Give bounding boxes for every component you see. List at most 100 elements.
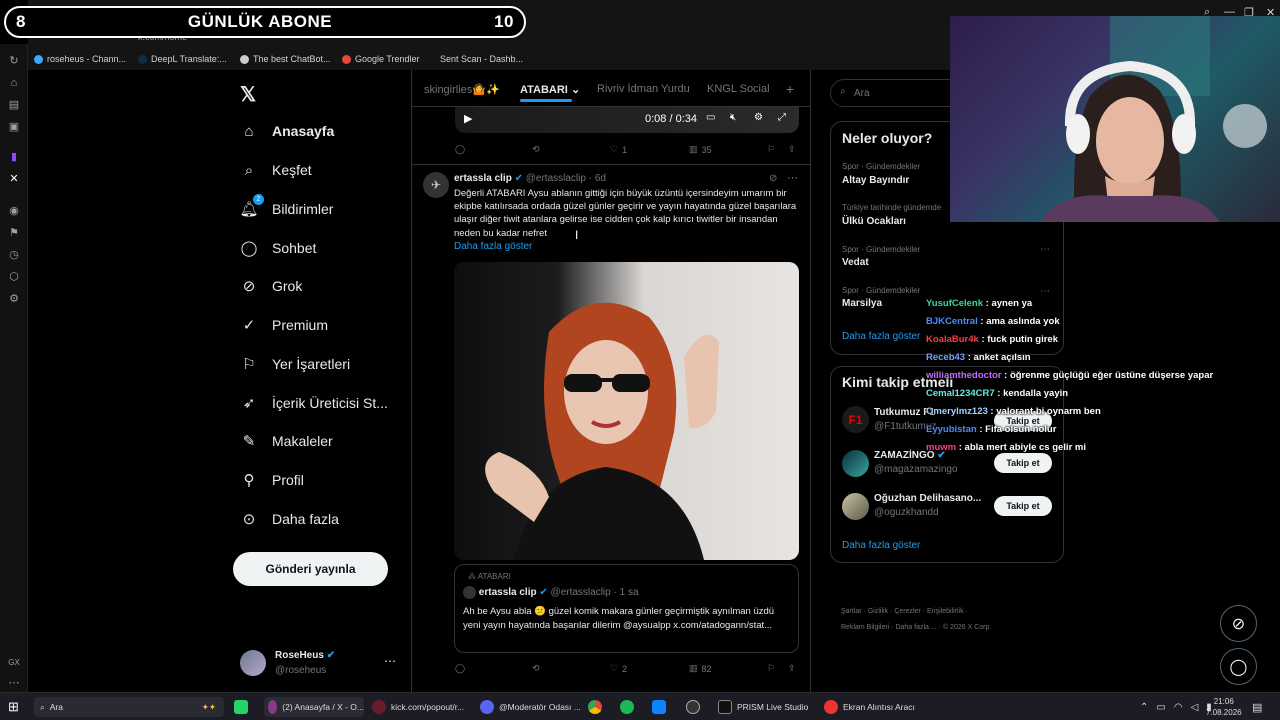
- bookmark-icon[interactable]: ⚐: [767, 144, 775, 155]
- grok-fab[interactable]: ⊘: [1220, 605, 1257, 642]
- whatsapp-icon[interactable]: [234, 697, 248, 717]
- nav-profile[interactable]: ⚲ Profil: [240, 471, 304, 489]
- nav-home[interactable]: ⌂ Anasayfa: [240, 122, 334, 140]
- bookmark-icon[interactable]: ⚐: [767, 663, 775, 674]
- nav-creator-studio[interactable]: ➶ İçerik Üreticisi St...: [240, 394, 388, 412]
- tweet-image[interactable]: [454, 262, 799, 560]
- video-player[interactable]: [455, 107, 799, 133]
- extension-icon[interactable]: ⌂: [7, 76, 21, 90]
- nav-explore[interactable]: ⌕ Keşfet: [240, 161, 312, 179]
- media-icon[interactable]: [686, 697, 700, 717]
- more-icon[interactable]: ⋯: [7, 676, 21, 690]
- avatar[interactable]: [240, 650, 266, 676]
- tweet-menu-icon[interactable]: ⋯: [787, 171, 798, 184]
- play-icon[interactable]: ▶: [464, 112, 472, 125]
- footer-link[interactable]: Gizlilik: [868, 608, 888, 615]
- repost-icon[interactable]: ⟲: [532, 144, 540, 155]
- bookmark-item[interactable]: The best ChatBot...: [240, 54, 331, 64]
- chat-message: williamthedoctor : öğrenme güçlüğü eğer …: [926, 370, 1213, 381]
- settings-icon[interactable]: ⚙: [7, 292, 21, 306]
- clock[interactable]: 21:06 7.08.2026: [1206, 696, 1242, 718]
- trend-item[interactable]: Marsilya: [842, 298, 882, 309]
- avatar[interactable]: [842, 493, 869, 520]
- taskbar-app-kick[interactable]: kick.com/popout/r...: [372, 697, 464, 717]
- tab-kngl[interactable]: KNGL Social: [707, 83, 770, 95]
- wallet-icon[interactable]: ▤: [7, 98, 21, 112]
- nav-bookmarks[interactable]: ⚐ Yer İşaretleri: [240, 355, 350, 373]
- tab-atabari[interactable]: ATABARI ⌄: [520, 83, 580, 96]
- x-logo-icon[interactable]: 𝕏: [240, 82, 256, 107]
- x-icon[interactable]: ✕: [7, 172, 21, 186]
- bookmark-item[interactable]: roseheus - Chann...: [34, 54, 126, 64]
- share-icon[interactable]: ⇪: [788, 144, 796, 155]
- system-tray[interactable]: ⌃ ▭ ◠ ◁ ▮: [1140, 697, 1212, 717]
- trend-item[interactable]: Ülkü Ocakları: [842, 216, 906, 227]
- nav-chat[interactable]: ◯ Sohbet: [240, 239, 317, 257]
- tab-rivriv[interactable]: Rivriv İdman Yurdu: [597, 83, 690, 95]
- trends-more-link[interactable]: Daha fazla göster: [842, 331, 920, 342]
- tab-skingirlies[interactable]: skingirlies🤷✨: [424, 83, 500, 96]
- footer-link[interactable]: Çerezler: [894, 608, 920, 615]
- bookmark-item[interactable]: DeepL Translate:...: [138, 54, 227, 64]
- footer-link[interactable]: Daha fazla ...: [895, 624, 936, 631]
- account-menu-icon[interactable]: ⋯: [384, 654, 396, 668]
- settings-icon[interactable]: ⚙: [754, 112, 763, 123]
- clock-icon[interactable]: ◷: [7, 248, 21, 262]
- nav-articles[interactable]: ✎ Makaleler: [240, 432, 333, 450]
- reply-icon[interactable]: ◯: [455, 144, 465, 155]
- player-icon[interactable]: ◉: [7, 204, 21, 218]
- trend-menu-icon[interactable]: ⋯: [1040, 244, 1050, 255]
- trend-item[interactable]: Vedat: [842, 257, 869, 268]
- footer-link[interactable]: Reklam Bilgileri: [841, 624, 889, 631]
- suggested-name[interactable]: Oğuzhan Delihasano...: [874, 493, 981, 504]
- taskbar-app-x[interactable]: (2) Anasayfa / X - O...: [264, 697, 364, 717]
- post-button[interactable]: Gönderi yayınla: [233, 552, 388, 586]
- bookmark-item[interactable]: Google Trendler: [342, 54, 420, 64]
- messages-fab[interactable]: ◯: [1220, 648, 1257, 685]
- taskbar-app-snipping[interactable]: Ekran Alıntısı Aracı: [824, 697, 915, 717]
- twitch-icon[interactable]: ▮: [7, 150, 21, 164]
- nav-premium[interactable]: ✓ Premium: [240, 316, 328, 334]
- gx-icon[interactable]: GX: [7, 656, 21, 670]
- repost-icon[interactable]: ⟲: [532, 663, 540, 674]
- spotify-icon[interactable]: [620, 697, 634, 717]
- pin-icon[interactable]: ⚑: [7, 226, 21, 240]
- share-icon[interactable]: ⇪: [788, 663, 796, 674]
- who-more-link[interactable]: Daha fazla göster: [842, 540, 920, 551]
- views-button[interactable]: ▥ 35: [689, 144, 712, 155]
- history-icon[interactable]: ↻: [7, 54, 21, 68]
- fullscreen-icon[interactable]: ⤢: [778, 112, 786, 123]
- avatar[interactable]: [842, 450, 869, 477]
- store-icon[interactable]: [652, 697, 666, 717]
- reply-icon[interactable]: ◯: [455, 663, 465, 674]
- messenger-icon[interactable]: ▣: [7, 120, 21, 134]
- chrome-icon[interactable]: [588, 697, 602, 717]
- avatar[interactable]: F1: [842, 406, 869, 433]
- follow-button[interactable]: Takip et: [994, 496, 1052, 516]
- trend-item[interactable]: Altay Bayındır: [842, 175, 909, 186]
- views-button[interactable]: ▥ 82: [689, 663, 712, 674]
- grok-icon[interactable]: ⊘: [769, 173, 777, 184]
- bookmark-item[interactable]: Sent Scan - Dashb...: [440, 54, 523, 64]
- taskbar-app-prism[interactable]: PRISM Live Studio: [718, 697, 808, 717]
- mute-icon[interactable]: 🔇︎: [730, 112, 736, 123]
- footer-link[interactable]: Erişilebilirlik: [927, 608, 964, 615]
- captions-icon[interactable]: ▭: [706, 112, 715, 123]
- nav-notifications[interactable]: 🔔︎ 2 Bildirimler: [239, 194, 333, 218]
- add-tab-icon[interactable]: +: [786, 81, 794, 97]
- nav-more[interactable]: ⊙ Daha fazla: [240, 510, 339, 528]
- taskbar-search[interactable]: ⌕ Ara ✦✦: [34, 697, 224, 717]
- author-name[interactable]: ertassla clip: [454, 173, 512, 184]
- avatar[interactable]: ✈: [423, 172, 449, 198]
- trend-menu-icon[interactable]: ⋯: [1040, 286, 1050, 297]
- footer-link[interactable]: Şartlar: [841, 608, 862, 615]
- like-button[interactable]: ♡ 1: [610, 144, 627, 155]
- like-button[interactable]: ♡ 2: [610, 663, 627, 674]
- nav-grok[interactable]: ⊘ Grok: [240, 277, 303, 295]
- windows-start-icon[interactable]: ⊞: [8, 697, 19, 717]
- follow-button[interactable]: Takip et: [994, 453, 1052, 473]
- cube-icon[interactable]: ⬡: [7, 270, 21, 284]
- taskbar-app-discord[interactable]: @Moderatör Odası ...: [480, 697, 581, 717]
- notification-icon[interactable]: ▤: [1252, 697, 1262, 717]
- show-more-link[interactable]: Daha fazla göster: [454, 241, 532, 252]
